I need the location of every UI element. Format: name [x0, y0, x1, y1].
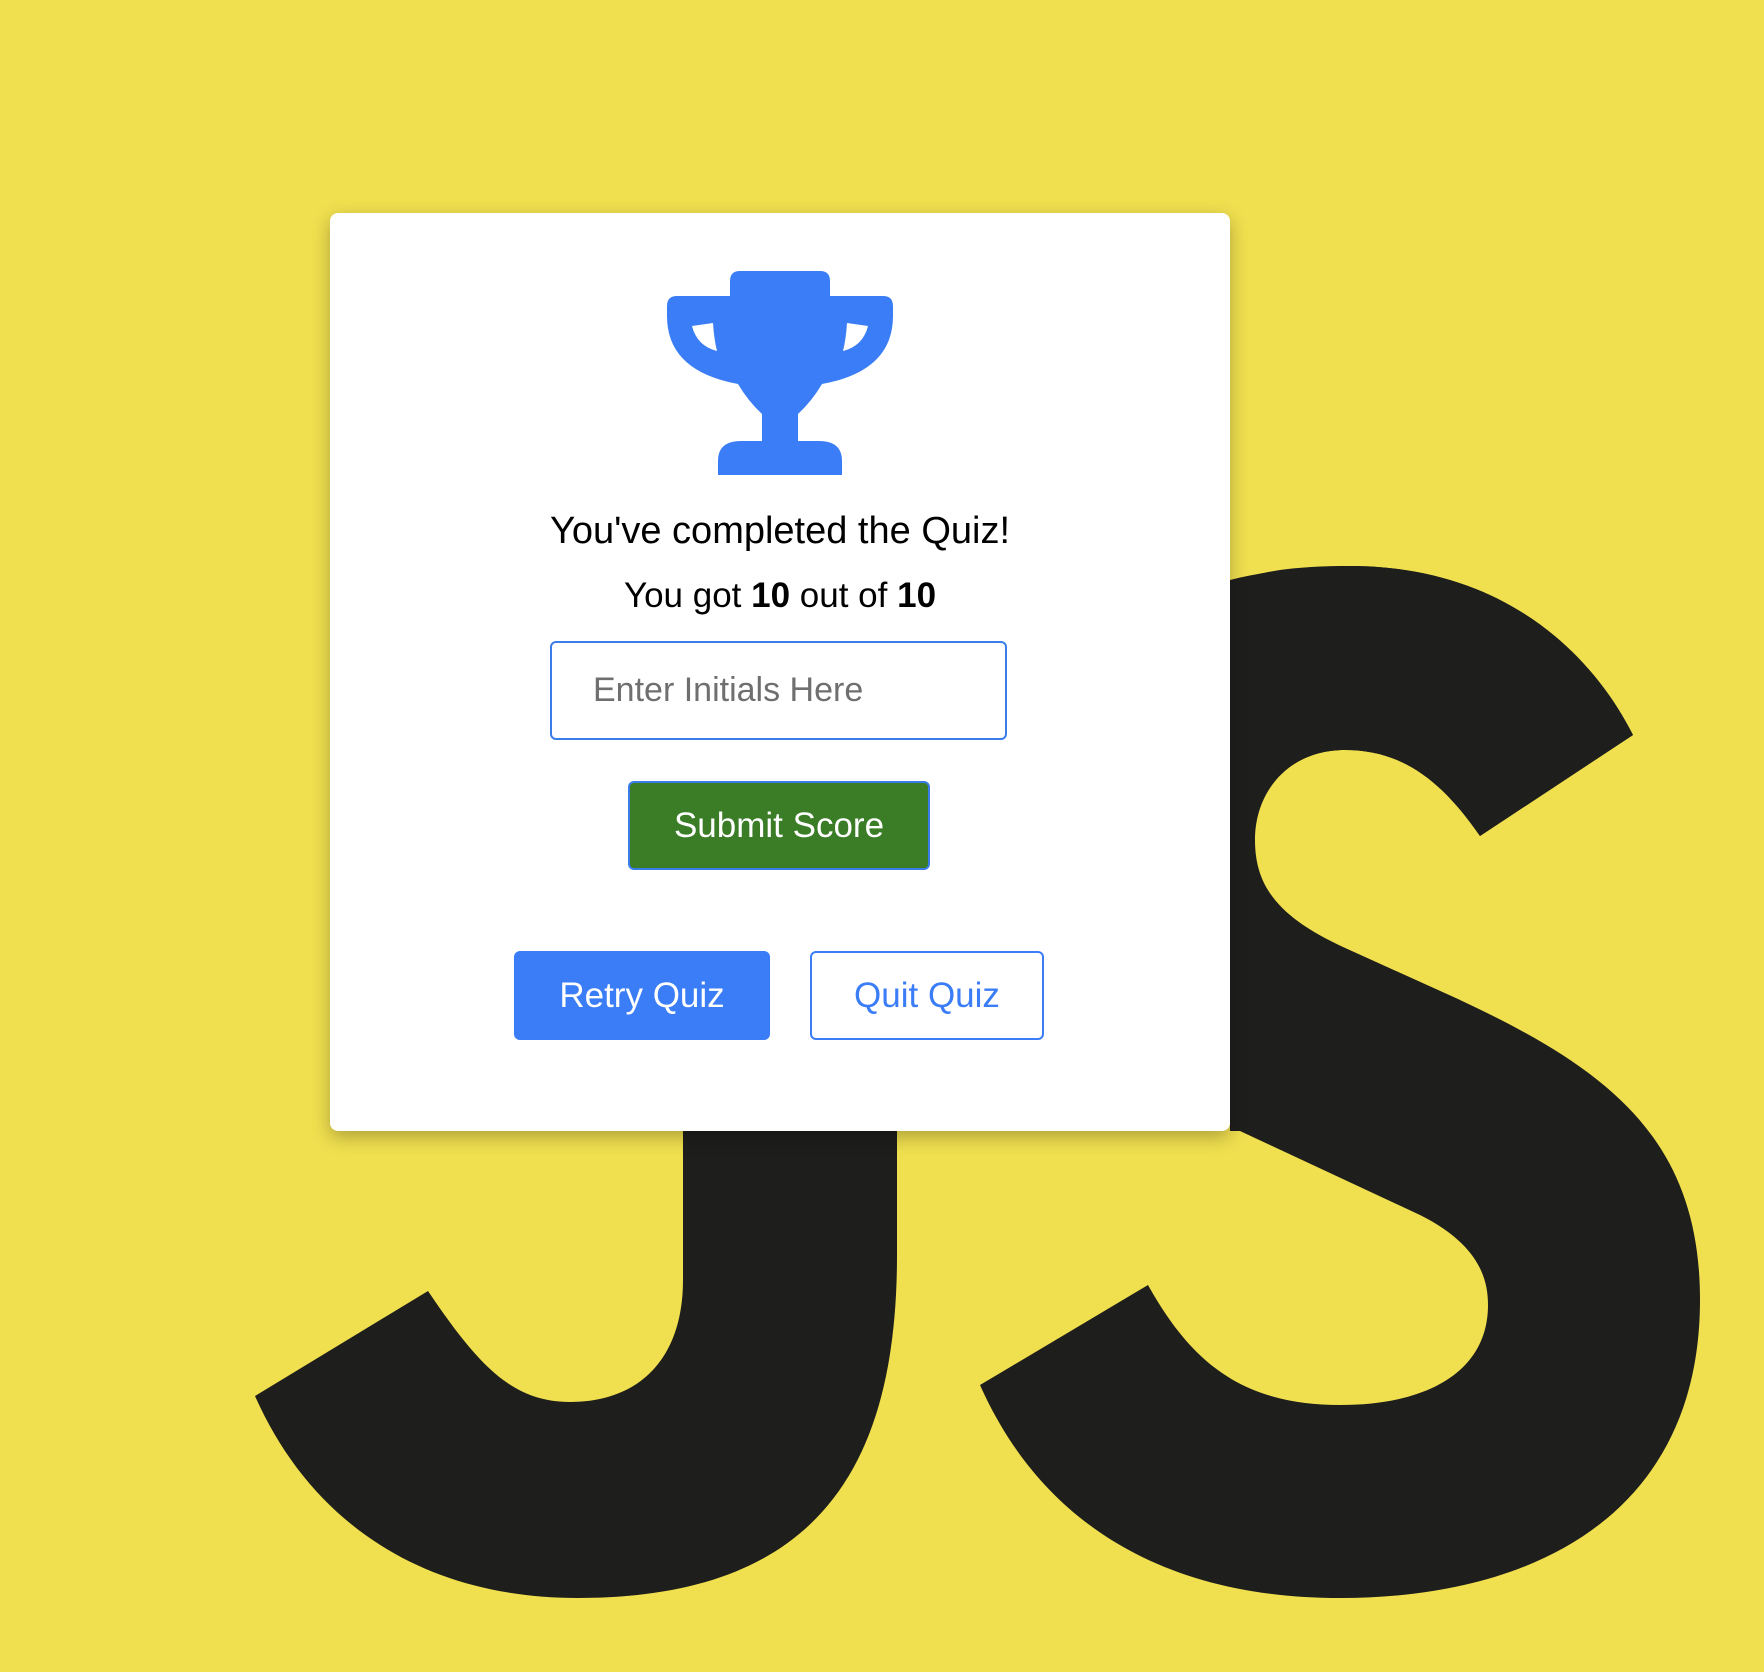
retry-quiz-button[interactable]: Retry Quiz — [514, 951, 770, 1040]
score-summary: You got 10 out of 10 — [330, 575, 1230, 617]
score-total: 10 — [897, 576, 937, 615]
score-correct: 10 — [751, 576, 791, 615]
score-prefix: You got — [623, 576, 742, 615]
quiz-result-card: You've completed the Quiz! You got 10 ou… — [330, 213, 1230, 1131]
completion-heading: You've completed the Quiz! — [549, 510, 1011, 552]
js-logo-j-shape — [255, 1131, 897, 1598]
quit-quiz-button[interactable]: Quit Quiz — [810, 951, 1044, 1040]
submit-score-button[interactable]: Submit Score — [628, 781, 930, 870]
initials-input[interactable] — [550, 641, 1007, 740]
js-logo-s-top — [1230, 566, 1633, 1000]
trophy-icon — [667, 271, 893, 475]
score-middle: out of — [799, 576, 888, 615]
